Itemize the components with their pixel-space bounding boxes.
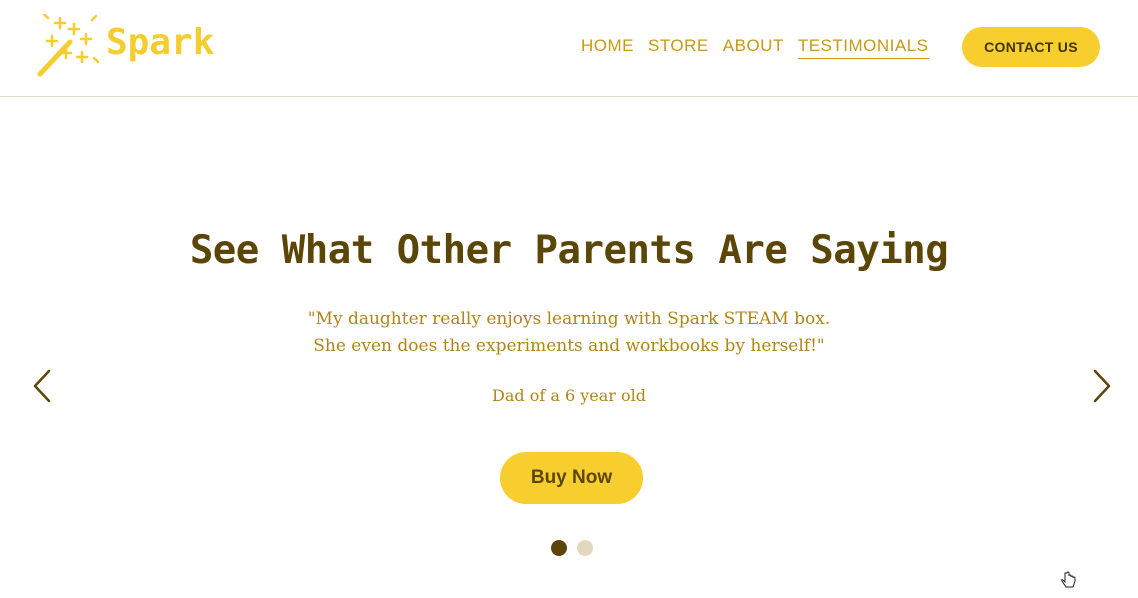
logo[interactable]: Spark (34, 14, 234, 78)
carousel-dot-1[interactable] (551, 540, 567, 556)
carousel-dot-2[interactable] (577, 540, 593, 556)
contact-us-button[interactable]: CONTACT US (962, 27, 1100, 67)
nav-store[interactable]: STORE (648, 36, 709, 59)
logo-text: Spark (106, 22, 215, 63)
carousel-prev-button[interactable] (30, 368, 54, 404)
quote-line-1: "My daughter really enjoys learning with… (307, 309, 831, 329)
chevron-left-icon (33, 369, 51, 403)
nav-home[interactable]: HOME (581, 36, 634, 59)
slide-title: See What Other Parents Are Saying (189, 228, 949, 273)
quote-line-2: She even does the experiments and workbo… (313, 336, 825, 356)
site-header: Spark HOME STORE ABOUT TESTIMONIALS CONT… (0, 0, 1138, 97)
nav-testimonials[interactable]: TESTIMONIALS (797, 36, 929, 59)
testimonial-quote: "My daughter really enjoys learning with… (0, 306, 1138, 360)
chevron-right-icon (1093, 369, 1111, 403)
nav-about[interactable]: ABOUT (723, 36, 784, 59)
hand-cursor-icon (1060, 571, 1076, 596)
main-nav: HOME STORE ABOUT TESTIMONIALS (581, 36, 929, 59)
magic-wand-icon (37, 14, 100, 77)
carousel-next-button[interactable] (1090, 368, 1114, 404)
carousel-dots (551, 540, 593, 556)
buy-now-button[interactable]: Buy Now (500, 452, 643, 504)
testimonial-author: Dad of a 6 year old (492, 386, 646, 405)
